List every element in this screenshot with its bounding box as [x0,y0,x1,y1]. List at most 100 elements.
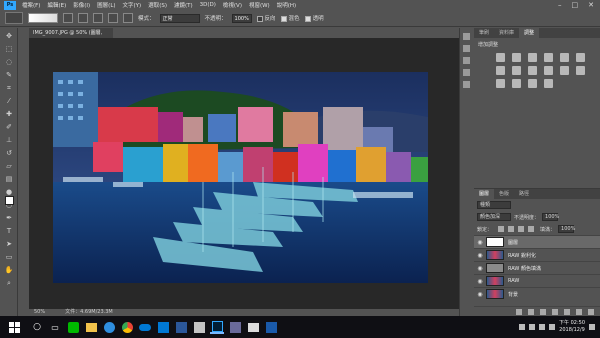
quick-select-tool-icon[interactable]: ✎ [4,70,14,80]
marquee-tool-icon[interactable]: ⬚ [4,44,14,54]
healing-brush-tool-icon[interactable]: ✚ [4,109,14,119]
posterize-icon[interactable] [496,79,505,88]
tab-layers[interactable]: 圖層 [474,189,495,199]
transparency-option[interactable]: 透明 [304,14,324,22]
brightness-icon[interactable] [496,53,505,62]
tray-arrow-icon[interactable] [519,324,525,330]
onedrive-icon[interactable] [138,320,152,334]
tab-brushes[interactable]: 筆刷 [474,28,494,38]
brush-settings-icon[interactable] [463,57,470,64]
layer-opacity-field[interactable]: 100% [542,213,559,221]
opacity-field[interactable]: 100% [231,13,252,23]
edge-icon[interactable] [102,320,116,334]
mode-select[interactable]: 正常 [159,13,200,23]
menu-filter[interactable]: 濾鏡(T) [174,1,193,9]
history-panel-icon[interactable] [463,33,470,40]
reflected-gradient-icon[interactable] [108,13,118,23]
layer-row[interactable]: ◉ RAW 銳利化 [474,248,600,261]
app-icon[interactable] [192,320,206,334]
reverse-checkbox[interactable] [256,15,263,22]
photoshop-taskbar-icon[interactable] [210,320,224,334]
color-balance-icon[interactable] [496,66,505,75]
properties-panel-icon[interactable] [463,45,470,52]
menu-3d[interactable]: 3D(D) [200,2,216,8]
visibility-eye-icon[interactable]: ◉ [474,239,486,246]
pen-tool-icon[interactable]: ✒ [4,213,14,223]
system-clock[interactable]: 下午 02:50 2018/12/9 [559,320,585,334]
vibrance-icon[interactable] [560,53,569,62]
lock-position-icon[interactable] [518,226,525,232]
menu-type[interactable]: 文字(Y) [123,1,142,9]
layer-row[interactable]: ◉ 圖層 [474,235,600,248]
eyedropper-tool-icon[interactable]: ⁄ [4,96,14,106]
search-icon[interactable]: ○ [30,320,44,334]
character-panel-icon[interactable] [463,69,470,76]
hand-tool-icon[interactable]: ✋ [4,265,14,275]
zoom-level[interactable]: 50% [34,309,45,316]
menu-help[interactable]: 說明(H) [277,1,296,9]
color-lookup-icon[interactable] [560,66,569,75]
zoom-tool-icon[interactable]: ⌕ [4,278,14,288]
chrome-icon[interactable] [120,320,134,334]
dither-option[interactable]: 混色 [280,14,300,22]
menu-window[interactable]: 視窗(W) [249,1,270,9]
maximize-icon[interactable]: □ [572,1,579,9]
clone-stamp-tool-icon[interactable]: ⊥ [4,135,14,145]
angle-gradient-icon[interactable] [93,13,103,23]
brush-tool-icon[interactable]: ✐ [4,122,14,132]
rectangle-tool-icon[interactable]: ▭ [4,252,14,262]
file-info[interactable]: 文件：4.69M/23.3M [65,309,113,316]
new-group-icon[interactable] [564,308,570,315]
volume-icon[interactable] [539,324,545,330]
paragraph-panel-icon[interactable] [463,81,470,88]
menu-image[interactable]: 影像(I) [73,1,90,9]
visibility-eye-icon[interactable]: ◉ [474,291,486,298]
line-app-icon[interactable] [66,320,80,334]
menu-view[interactable]: 檢視(V) [223,1,242,9]
curves-icon[interactable] [528,53,537,62]
app-icon[interactable] [228,320,242,334]
lock-pixels-icon[interactable] [508,226,515,232]
menu-select[interactable]: 選取(S) [148,1,167,9]
link-layers-icon[interactable] [516,308,522,315]
network-icon[interactable] [529,324,535,330]
task-view-icon[interactable]: ▭ [48,320,62,334]
lock-all-icon[interactable] [528,226,535,232]
hue-saturation-icon[interactable] [576,53,585,62]
visibility-eye-icon[interactable]: ◉ [474,278,486,285]
adjustment-layer-icon[interactable] [552,308,558,315]
eraser-tool-icon[interactable]: ▱ [4,161,14,171]
move-tool-icon[interactable]: ✥ [4,31,14,41]
add-mask-icon[interactable] [540,308,546,315]
crop-tool-icon[interactable]: ⌗ [4,83,14,93]
layer-row[interactable]: ◉ RAW [474,274,600,287]
lasso-tool-icon[interactable]: ◌ [4,57,14,67]
harbor-photo[interactable] [53,72,428,283]
tab-libraries[interactable]: 資料庫 [494,28,519,38]
visibility-eye-icon[interactable]: ◉ [474,252,486,259]
delete-layer-icon[interactable] [588,308,594,315]
tool-preset-picker[interactable] [5,12,23,24]
layer-style-icon[interactable] [528,308,534,315]
type-tool-icon[interactable]: T [4,226,14,236]
start-button[interactable] [0,316,28,338]
history-brush-tool-icon[interactable]: ↺ [4,148,14,158]
exposure-icon[interactable] [544,53,553,62]
canvas-area[interactable] [29,38,459,309]
close-icon[interactable]: ✕ [588,1,594,9]
gradient-map-icon[interactable] [528,79,537,88]
photo-filter-icon[interactable] [528,66,537,75]
visibility-eye-icon[interactable]: ◉ [474,265,486,272]
blend-mode-select[interactable]: 顏色加深 [477,213,511,221]
layer-row[interactable]: ◉ 背景 [474,287,600,300]
store-icon[interactable] [156,320,170,334]
input-method-icon[interactable] [549,324,555,330]
foreground-color-swatch[interactable] [5,196,14,205]
levels-icon[interactable] [512,53,521,62]
selective-color-icon[interactable] [544,79,553,88]
dither-checkbox[interactable] [280,15,287,22]
lock-transparent-icon[interactable] [498,226,505,232]
gradient-picker[interactable] [28,13,58,23]
menu-layer[interactable]: 圖層(L) [97,1,115,9]
file-explorer-icon[interactable] [84,320,98,334]
